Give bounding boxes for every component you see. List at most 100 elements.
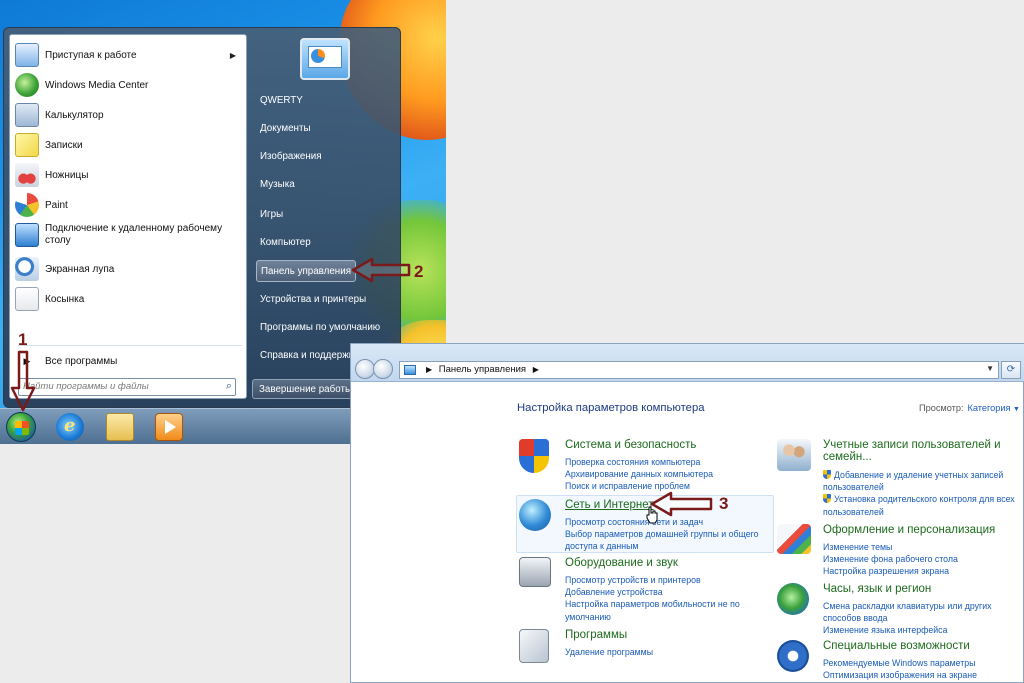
start-link-devices-printers[interactable]: Устройства и принтеры xyxy=(256,289,398,311)
media-player-taskbar-button[interactable] xyxy=(155,413,183,441)
category-link[interactable]: Смена раскладки клавиатуры или других xyxy=(823,600,992,612)
control-panel-window: ▶ Панель управления ▶ ▼ ⟳ Настройка пара… xyxy=(350,343,1024,683)
start-item-label: Калькулятор xyxy=(45,109,104,121)
category-link[interactable]: Изменение фона рабочего стола xyxy=(823,553,958,565)
all-programs-label: Все программы xyxy=(45,355,118,367)
start-link-computer[interactable]: Компьютер xyxy=(256,232,398,254)
category-link[interactable]: Настройка параметров мобильности не по xyxy=(565,598,740,610)
category-title[interactable]: Оформление и персонализация xyxy=(823,524,995,536)
category-link[interactable]: Выбор параметров домашней группы и общег… xyxy=(565,528,759,540)
separator xyxy=(18,345,242,346)
security-shield-icon xyxy=(519,439,549,473)
category-link[interactable]: пользователей xyxy=(823,506,1015,518)
clock-globe-icon xyxy=(777,583,809,615)
remote-desktop-icon xyxy=(15,223,39,247)
category-link[interactable]: способов ввода xyxy=(823,612,992,624)
category-link[interactable]: Оптимизация изображения на экране xyxy=(823,669,977,681)
view-by-value[interactable]: Категория xyxy=(968,403,1011,413)
address-bar[interactable]: ▶ Панель управления ▶ ▼ xyxy=(399,361,999,379)
start-item-magnifier[interactable]: Экранная лупа xyxy=(12,255,244,283)
user-picture[interactable] xyxy=(300,38,350,80)
category-link[interactable]: пользователей xyxy=(823,481,1015,493)
category-title[interactable]: Сеть и Интернет xyxy=(565,499,654,511)
pie-chart-icon xyxy=(311,49,325,63)
all-programs-button[interactable]: ▶ Все программы xyxy=(12,350,244,372)
start-link-control-panel[interactable]: Панель управления xyxy=(256,260,356,282)
category-title[interactable]: Специальные возможности xyxy=(823,640,970,652)
start-item-media-center[interactable]: Windows Media Center xyxy=(12,71,244,99)
breadcrumb-control-panel[interactable]: Панель управления xyxy=(439,364,526,375)
start-search-input[interactable]: Найти программы и файлы ⌕ xyxy=(18,378,236,396)
breadcrumb-chevron-icon: ▶ xyxy=(426,365,433,374)
start-item-label: Записки xyxy=(45,139,83,151)
view-by-selector[interactable]: Просмотр: Категория ▼ xyxy=(919,403,1020,413)
category-link[interactable]: доступа к данным xyxy=(565,540,759,552)
category-link[interactable]: умолчанию xyxy=(565,611,740,623)
start-item-label: Экранная лупа xyxy=(45,263,115,275)
start-item-calculator[interactable]: Калькулятор xyxy=(12,101,244,129)
address-dropdown-icon[interactable]: ▼ xyxy=(986,364,994,373)
start-item-sticky-notes[interactable]: Записки xyxy=(12,131,244,159)
category-link[interactable]: Просмотр устройств и принтеров xyxy=(565,574,740,586)
accessibility-icon xyxy=(777,640,809,672)
category-link[interactable]: Удаление программы xyxy=(565,646,653,658)
step-3-number: 3 xyxy=(719,494,729,513)
start-link-label: Устройства и принтеры xyxy=(260,294,367,305)
start-item-snipping-tool[interactable]: Ножницы xyxy=(12,161,244,189)
printer-speaker-icon xyxy=(519,557,551,587)
back-button[interactable] xyxy=(355,359,375,379)
start-link-games[interactable]: Игры xyxy=(256,204,398,226)
category-link[interactable]: Добавление устройства xyxy=(565,586,740,598)
start-link-label: Документы xyxy=(260,123,311,134)
forward-button[interactable] xyxy=(373,359,393,379)
category-link[interactable]: Рекомендуемые Windows параметры xyxy=(823,657,977,669)
start-link-pictures[interactable]: Изображения xyxy=(256,146,398,168)
start-link-user[interactable]: QWERTY xyxy=(256,90,398,112)
refresh-button[interactable]: ⟳ xyxy=(1001,361,1021,379)
calculator-icon xyxy=(15,103,39,127)
windows-logo-icon xyxy=(15,421,29,435)
category-link[interactable]: Изменение темы xyxy=(823,541,958,553)
category-link[interactable]: Архивирование данных компьютера xyxy=(565,468,713,480)
start-item-label: Windows Media Center xyxy=(45,79,149,91)
category-title[interactable]: Программы xyxy=(565,629,627,641)
category-title[interactable]: Часы, язык и регион xyxy=(823,583,931,595)
category-link[interactable]: Установка родительского контроля для все… xyxy=(823,493,1015,505)
category-link[interactable]: Добавление и удаление учетных записей xyxy=(823,469,1015,481)
start-link-documents[interactable]: Документы xyxy=(256,118,398,140)
start-item-label: Приступая к работе xyxy=(45,49,137,61)
shutdown-label: Завершение работы xyxy=(259,384,352,395)
start-item-paint[interactable]: Paint xyxy=(12,191,244,219)
category-title-line: Учетные записи пользователей и xyxy=(823,439,1001,451)
start-menu-programs-pane: Приступая к работе ▶ Windows Media Cente… xyxy=(9,34,247,399)
internet-explorer-icon: e xyxy=(64,415,76,436)
solitaire-icon xyxy=(15,287,39,311)
view-by-label: Просмотр: xyxy=(919,403,964,413)
category-title[interactable]: Учетные записи пользователей и семейн... xyxy=(823,439,1001,463)
breadcrumb-chevron-icon[interactable]: ▶ xyxy=(533,365,539,374)
explorer-taskbar-button[interactable] xyxy=(106,413,134,441)
category-title[interactable]: Система и безопасность xyxy=(565,439,696,451)
shutdown-button[interactable]: Завершение работы xyxy=(252,379,352,399)
category-link[interactable]: Проверка состояния компьютера xyxy=(565,456,713,468)
page-title: Настройка параметров компьютера xyxy=(517,402,705,414)
start-link-label: Музыка xyxy=(260,179,295,190)
start-item-remote-desktop[interactable]: Подключение к удаленному рабочему столу xyxy=(12,218,244,252)
start-item-getting-started[interactable]: Приступая к работе ▶ xyxy=(12,41,244,69)
network-globe-icon xyxy=(519,499,551,531)
step-2-number: 2 xyxy=(414,262,424,281)
start-item-solitaire[interactable]: Косынка xyxy=(12,285,244,313)
start-link-default-programs[interactable]: Программы по умолчанию xyxy=(256,317,398,339)
category-link[interactable]: Изменение языка интерфейса xyxy=(823,624,992,636)
search-icon[interactable]: ⌕ xyxy=(226,380,232,393)
start-item-label: Косынка xyxy=(45,293,85,305)
start-button[interactable] xyxy=(6,412,36,442)
internet-explorer-taskbar-button[interactable]: e xyxy=(56,413,84,441)
media-center-icon xyxy=(15,73,39,97)
start-item-label: Paint xyxy=(45,199,68,211)
start-link-label: Справка и поддержка xyxy=(260,350,359,361)
category-title[interactable]: Оборудование и звук xyxy=(565,557,678,569)
start-link-label: Панель управления xyxy=(261,266,351,277)
start-link-music[interactable]: Музыка xyxy=(256,174,398,196)
category-link[interactable]: Настройка разрешения экрана xyxy=(823,565,958,577)
